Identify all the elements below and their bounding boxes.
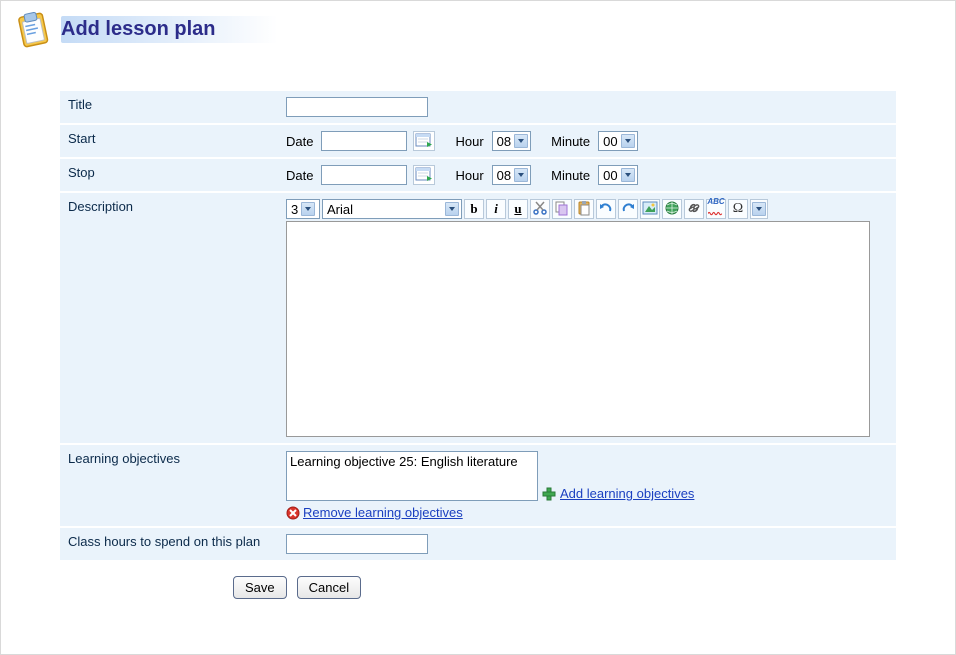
paste-button[interactable] (574, 199, 594, 219)
chevron-down-icon (621, 134, 635, 148)
start-hour-select[interactable]: 08 (492, 131, 531, 151)
chevron-down-icon (752, 202, 766, 216)
list-item[interactable]: Learning objective 25: English literatur… (290, 454, 534, 469)
page-title-wrap: Add lesson plan (61, 16, 455, 43)
remove-icon (286, 506, 300, 520)
start-date-input[interactable] (321, 131, 407, 151)
stop-minute-label: Minute (551, 168, 590, 183)
description-textarea[interactable] (286, 221, 870, 437)
stop-minute-select[interactable]: 00 (598, 165, 637, 185)
clipboard-icon (13, 9, 53, 49)
start-minute-select[interactable]: 00 (598, 131, 637, 151)
title-input[interactable] (286, 97, 428, 117)
italic-button[interactable]: i (486, 199, 506, 219)
learning-objectives-label: Learning objectives (60, 445, 278, 526)
title-label: Title (60, 91, 278, 123)
chevron-down-icon (445, 202, 459, 216)
undo-icon (598, 200, 614, 219)
learning-objectives-listbox[interactable]: Learning objective 25: English literatur… (286, 451, 538, 501)
page-header: Add lesson plan (13, 9, 943, 49)
cut-button[interactable] (530, 199, 550, 219)
paste-icon (576, 200, 592, 219)
insert-link-button[interactable] (684, 199, 704, 219)
stop-hour-select[interactable]: 08 (492, 165, 531, 185)
start-minute-label: Minute (551, 134, 590, 149)
bold-button[interactable]: b (464, 199, 484, 219)
chevron-down-icon (301, 202, 315, 216)
spellcheck-button[interactable]: ABC (706, 199, 726, 219)
start-minute-value: 00 (603, 134, 617, 149)
underline-button[interactable]: u (508, 199, 528, 219)
redo-icon (620, 200, 636, 219)
start-hour-value: 08 (497, 134, 511, 149)
undo-button[interactable] (596, 199, 616, 219)
font-family-select[interactable]: Arial (322, 199, 462, 219)
globe-icon (664, 200, 680, 219)
remove-learning-objectives-link[interactable]: Remove learning objectives (303, 505, 463, 520)
link-icon (686, 200, 702, 219)
plus-icon (542, 487, 556, 501)
chevron-down-icon (621, 168, 635, 182)
stop-label: Stop (60, 159, 278, 191)
font-size-value: 3 (291, 202, 298, 217)
lesson-plan-form: Title Start Date Hour (60, 89, 896, 562)
redo-button[interactable] (618, 199, 638, 219)
rich-text-editor: 3 Arial b i u (286, 199, 888, 437)
stop-date-input[interactable] (321, 165, 407, 185)
description-label: Description (60, 193, 278, 443)
stop-date-picker-button[interactable] (413, 165, 435, 185)
calendar-icon (415, 165, 433, 186)
add-learning-objectives-link[interactable]: Add learning objectives (560, 486, 694, 501)
more-tools-button[interactable] (750, 199, 768, 219)
spellcheck-icon: ABC (707, 198, 724, 221)
image-icon (642, 200, 658, 219)
start-label: Start (60, 125, 278, 157)
class-hours-input[interactable] (286, 534, 428, 554)
rte-toolbar: 3 Arial b i u (286, 199, 888, 219)
page-title: Add lesson plan (61, 18, 215, 40)
stop-hour-value: 08 (497, 168, 511, 183)
scissors-icon (532, 200, 548, 219)
form-actions: Save Cancel (233, 576, 943, 599)
start-date-label: Date (286, 134, 313, 149)
copy-button[interactable] (552, 199, 572, 219)
start-date-picker-button[interactable] (413, 131, 435, 151)
stop-date-label: Date (286, 168, 313, 183)
font-family-value: Arial (327, 202, 353, 217)
omega-icon: Ω (733, 201, 743, 217)
insert-web-button[interactable] (662, 199, 682, 219)
font-size-select[interactable]: 3 (286, 199, 320, 219)
start-hour-label: Hour (455, 134, 483, 149)
class-hours-label: Class hours to spend on this plan (60, 528, 278, 560)
cancel-button[interactable]: Cancel (297, 576, 361, 599)
chevron-down-icon (514, 168, 528, 182)
chevron-down-icon (514, 134, 528, 148)
insert-symbol-button[interactable]: Ω (728, 199, 748, 219)
save-button[interactable]: Save (233, 576, 287, 599)
stop-hour-label: Hour (455, 168, 483, 183)
copy-icon (554, 200, 570, 219)
page: Add lesson plan Title Start Date (0, 0, 956, 655)
calendar-icon (415, 131, 433, 152)
insert-image-button[interactable] (640, 199, 660, 219)
stop-minute-value: 00 (603, 168, 617, 183)
